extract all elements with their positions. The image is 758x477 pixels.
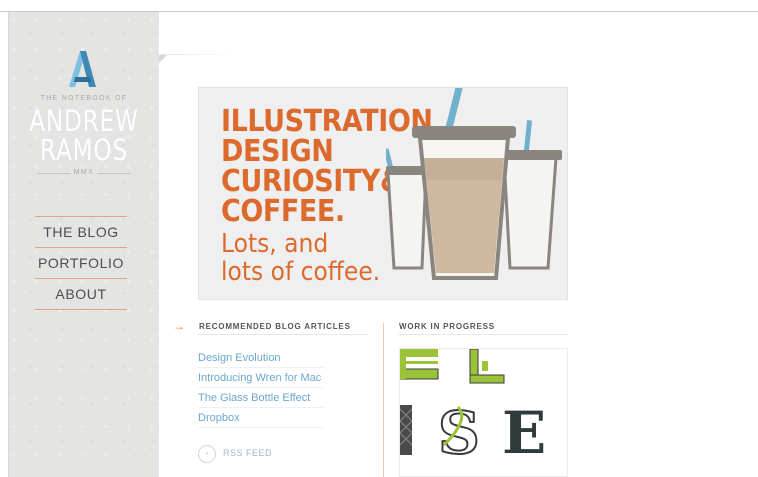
wip-rule bbox=[398, 334, 568, 335]
logo-a-icon[interactable] bbox=[66, 51, 96, 87]
coffee-cups-illustration bbox=[386, 88, 562, 280]
article-link-dropbox[interactable]: Dropbox bbox=[198, 408, 323, 428]
main-nav: THE BLOG PORTFOLIO ABOUT bbox=[35, 216, 127, 310]
logo-name-first[interactable]: ANDREW bbox=[24, 107, 144, 136]
wip-title: WORK IN PROGRESS bbox=[399, 322, 495, 331]
nav-divider bbox=[35, 309, 127, 310]
article-link-wren[interactable]: Introducing Wren for Mac bbox=[198, 368, 323, 388]
arrow-right-icon: → bbox=[173, 319, 185, 333]
rss-icon[interactable]: ◦ bbox=[198, 445, 216, 463]
recommended-title: RECOMMENDED BLOG ARTICLES bbox=[199, 322, 351, 331]
article-link-design-evolution[interactable]: Design Evolution bbox=[198, 348, 323, 368]
recommended-rule bbox=[198, 334, 368, 335]
lettering-artwork: S E bbox=[400, 349, 546, 468]
sidebar: THE NOTEBOOK OF ANDREW RAMOS MMX THE BLO… bbox=[9, 12, 159, 477]
logo-name-last[interactable]: RAMOS bbox=[24, 136, 144, 165]
fold-corner bbox=[159, 55, 167, 63]
fold-line bbox=[160, 54, 240, 55]
hero-line-coffee: COFFEE. bbox=[221, 194, 345, 229]
nav-item-portfolio[interactable]: PORTFOLIO bbox=[35, 248, 127, 278]
work-in-progress-image[interactable]: S E bbox=[399, 348, 568, 477]
column-divider bbox=[383, 323, 384, 477]
article-list: Design Evolution Introducing Wren for Ma… bbox=[198, 348, 323, 428]
svg-text:E: E bbox=[502, 399, 546, 467]
logo-subtitle: THE NOTEBOOK OF bbox=[40, 95, 128, 102]
nav-item-blog[interactable]: THE BLOG bbox=[35, 217, 127, 247]
hero-line-design: DESIGN bbox=[221, 134, 334, 169]
hero-banner[interactable]: ILLUSTRATION DESIGN CURIOSITY& COFFEE. L… bbox=[198, 87, 568, 300]
logo-year: MMX bbox=[73, 169, 95, 176]
hero-tagline-2: lots of coffee. bbox=[221, 257, 381, 287]
nav-item-about[interactable]: ABOUT bbox=[35, 279, 127, 309]
logo-rule-right bbox=[97, 173, 131, 174]
hero-line-curiosity: CURIOSITY& bbox=[221, 164, 404, 199]
rss-feed-label[interactable]: RSS FEED bbox=[223, 448, 272, 458]
article-link-glass-bottle[interactable]: The Glass Bottle Effect bbox=[198, 388, 323, 408]
hero-tagline-1: Lots, and bbox=[221, 229, 329, 259]
